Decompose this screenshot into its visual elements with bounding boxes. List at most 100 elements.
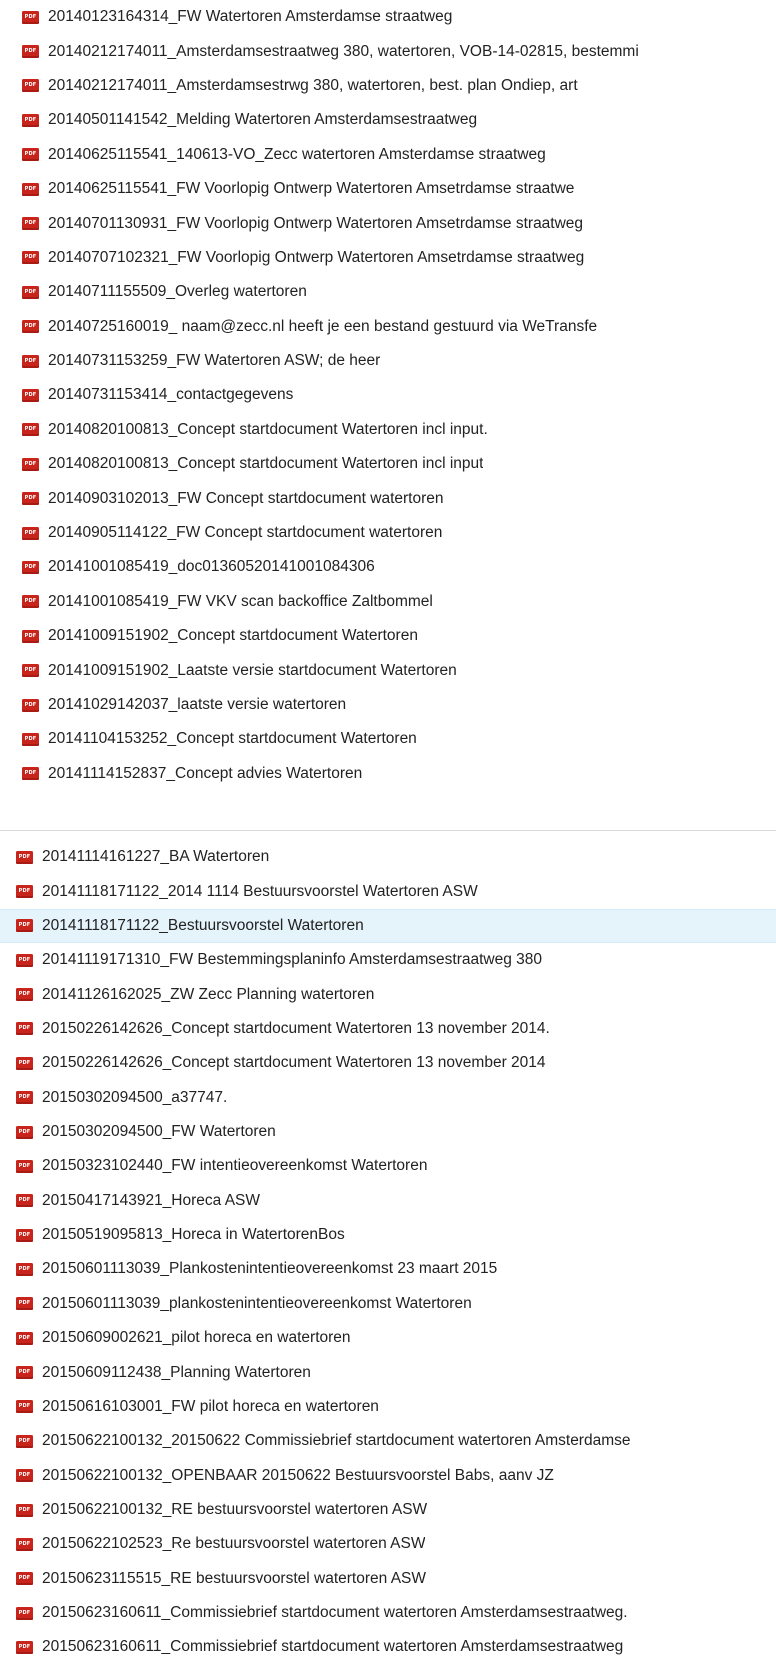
- file-item[interactable]: 20150623160611_Commissiebrief startdocum…: [0, 1596, 776, 1630]
- pdf-file-icon: [16, 1503, 33, 1517]
- file-name: 20150417143921_Horeca ASW: [42, 1191, 261, 1209]
- file-name: 20141118171122_Bestuursvoorstel Watertor…: [42, 916, 364, 934]
- file-name: 20150302094500_a37747.: [42, 1088, 228, 1106]
- pdf-file-icon: [22, 217, 39, 231]
- pdf-file-icon: [22, 113, 39, 127]
- file-item[interactable]: 20150609002621_pilot horeca en watertore…: [0, 1321, 776, 1355]
- file-item[interactable]: 20141114152837_Concept advies Watertoren: [0, 757, 776, 791]
- file-name: 20150323102440_FW intentieovereenkomst W…: [42, 1157, 428, 1175]
- file-item[interactable]: 20150519095813_Horeca in WatertorenBos: [0, 1218, 776, 1252]
- pdf-file-icon: [16, 1400, 33, 1414]
- file-item[interactable]: 20140905114122_FW Concept startdocument …: [0, 516, 776, 550]
- file-item[interactable]: 20140707102321_FW Voorlopig Ontwerp Wate…: [0, 241, 776, 275]
- file-item[interactable]: 20150616103001_FW pilot horeca en watert…: [0, 1390, 776, 1424]
- file-name: 20140731153259_FW Watertoren ASW; de hee…: [48, 352, 381, 370]
- pdf-file-icon: [16, 850, 33, 864]
- file-item[interactable]: 20150226142626_Concept startdocument Wat…: [0, 1012, 776, 1046]
- pdf-file-icon: [22, 45, 39, 59]
- file-name: 20141001085419_FW VKV scan backoffice Za…: [48, 592, 433, 610]
- file-item[interactable]: 20150302094500_a37747.: [0, 1081, 776, 1115]
- file-item[interactable]: 20140501141542_Melding Watertoren Amster…: [0, 103, 776, 137]
- file-item[interactable]: 20150622100132_OPENBAAR 20150622 Bestuur…: [0, 1458, 776, 1492]
- file-item[interactable]: 20140625115541_140613-VO_Zecc watertoren…: [0, 138, 776, 172]
- pdf-file-icon: [22, 526, 39, 540]
- file-item[interactable]: 20140903102013_FW Concept startdocument …: [0, 481, 776, 515]
- pdf-file-icon: [16, 1056, 33, 1070]
- file-item[interactable]: 20141114161227_BA Watertoren: [0, 840, 776, 874]
- file-name: 20150519095813_Horeca in WatertorenBos: [42, 1226, 345, 1244]
- pdf-file-icon: [22, 492, 39, 506]
- file-name: 20141114152837_Concept advies Watertoren: [48, 764, 363, 782]
- file-name: 20141009151902_Laatste versie startdocum…: [48, 661, 457, 679]
- file-item[interactable]: 20140711155509_Overleg watertoren: [0, 275, 776, 309]
- file-item[interactable]: 20150417143921_Horeca ASW: [0, 1184, 776, 1218]
- file-item[interactable]: 20150302094500_FW Watertoren: [0, 1115, 776, 1149]
- file-item[interactable]: 20150323102440_FW intentieovereenkomst W…: [0, 1149, 776, 1183]
- file-item[interactable]: 20150226142626_Concept startdocument Wat…: [0, 1046, 776, 1080]
- file-name: 20140625115541_140613-VO_Zecc watertoren…: [48, 145, 546, 163]
- pdf-file-icon: [22, 320, 39, 334]
- file-item[interactable]: 20141119171310_FW Bestemmingsplaninfo Am…: [0, 943, 776, 977]
- pdf-file-icon: [22, 10, 39, 24]
- file-item[interactable]: 20150623115515_RE bestuursvoorstel water…: [0, 1562, 776, 1596]
- pdf-file-icon: [22, 629, 39, 643]
- file-item[interactable]: 20150622100132_20150622 Commissiebrief s…: [0, 1424, 776, 1458]
- file-name: 20141118171122_2014 1114 Bestuursvoorste…: [42, 882, 478, 900]
- pdf-file-icon: [16, 919, 33, 933]
- file-name: 20140725160019_ naam@zecc.nl heeft je ee…: [48, 317, 598, 335]
- pdf-file-icon: [16, 1331, 33, 1345]
- file-item[interactable]: 20140123164314_FW Watertoren Amsterdamse…: [0, 0, 776, 34]
- file-item[interactable]: 20140701130931_FW Voorlopig Ontwerp Wate…: [0, 206, 776, 240]
- pdf-file-icon: [16, 1091, 33, 1105]
- file-item[interactable]: 20150622102523_Re bestuursvoorstel water…: [0, 1527, 776, 1561]
- file-name: 20150601113039_Plankostenintentieovereen…: [42, 1260, 498, 1278]
- file-name: 20140711155509_Overleg watertoren: [48, 283, 307, 301]
- file-item[interactable]: 20140725160019_ naam@zecc.nl heeft je ee…: [0, 310, 776, 344]
- file-item[interactable]: 20140731153259_FW Watertoren ASW; de hee…: [0, 344, 776, 378]
- file-item[interactable]: 20141009151902_Laatste versie startdocum…: [0, 653, 776, 687]
- pdf-file-icon: [22, 251, 39, 265]
- file-item[interactable]: 20140731153414_contactgegevens: [0, 378, 776, 412]
- pdf-file-icon: [16, 1297, 33, 1311]
- file-name: 20150622100132_RE bestuursvoorstel water…: [42, 1501, 428, 1518]
- pdf-file-icon: [16, 1640, 33, 1654]
- file-item[interactable]: 20141029142037_laatste versie watertoren: [0, 688, 776, 722]
- file-item[interactable]: 20141118171122_Bestuursvoorstel Watertor…: [0, 908, 776, 944]
- file-item[interactable]: 20140820100813_Concept startdocument Wat…: [0, 413, 776, 447]
- pdf-file-icon: [16, 1125, 33, 1139]
- pdf-file-icon: [16, 1262, 33, 1276]
- file-name: 20140501141542_Melding Watertoren Amster…: [48, 111, 478, 129]
- file-item[interactable]: 20141126162025_ZW Zecc Planning watertor…: [0, 977, 776, 1011]
- file-item[interactable]: 20150601113039_Plankostenintentieovereen…: [0, 1252, 776, 1286]
- pdf-file-icon: [22, 182, 39, 196]
- file-name: 20150616103001_FW pilot horeca en watert…: [42, 1397, 379, 1415]
- file-name: 20140820100813_Concept startdocument Wat…: [48, 420, 488, 438]
- file-item[interactable]: 20140212174011_Amsterdamsestrwg 380, wat…: [0, 69, 776, 103]
- file-name: 20140731153414_contactgegevens: [48, 386, 294, 404]
- file-item[interactable]: 20140625115541_FW Voorlopig Ontwerp Wate…: [0, 172, 776, 206]
- pdf-file-icon: [16, 1022, 33, 1036]
- list-divider: [0, 830, 776, 831]
- file-name: 20140212174011_Amsterdamsestraatweg 380,…: [48, 42, 639, 60]
- file-name: 20150601113039_plankostenintentieovereen…: [42, 1294, 472, 1312]
- pdf-file-icon: [22, 388, 39, 402]
- pdf-file-icon: [22, 732, 39, 746]
- file-item[interactable]: 20141001085419_FW VKV scan backoffice Za…: [0, 585, 776, 619]
- file-name: 20150623115515_RE bestuursvoorstel water…: [42, 1569, 427, 1587]
- file-item[interactable]: 20150622100132_RE bestuursvoorstel water…: [0, 1493, 776, 1527]
- file-item[interactable]: 20141001085419_doc01360520141001084306: [0, 550, 776, 584]
- pdf-file-icon: [16, 1159, 33, 1173]
- file-item[interactable]: 20150623160611_Commissiebrief startdocum…: [0, 1630, 776, 1664]
- file-item[interactable]: 20141009151902_Concept startdocument Wat…: [0, 619, 776, 653]
- pdf-file-icon: [22, 285, 39, 299]
- pdf-file-icon: [22, 79, 39, 93]
- file-item[interactable]: 20140820100813_Concept startdocument Wat…: [0, 447, 776, 481]
- file-item[interactable]: 20141104153252_Concept startdocument Wat…: [0, 722, 776, 756]
- file-item[interactable]: 20150609112438_Planning Watertoren: [0, 1355, 776, 1389]
- file-item[interactable]: 20150601113039_plankostenintentieovereen…: [0, 1287, 776, 1321]
- pdf-file-icon: [22, 354, 39, 368]
- pdf-file-icon: [16, 1434, 33, 1448]
- file-item[interactable]: 20141118171122_2014 1114 Bestuursvoorste…: [0, 874, 776, 908]
- pdf-file-icon: [16, 1228, 33, 1242]
- file-item[interactable]: 20140212174011_Amsterdamsestraatweg 380,…: [0, 34, 776, 68]
